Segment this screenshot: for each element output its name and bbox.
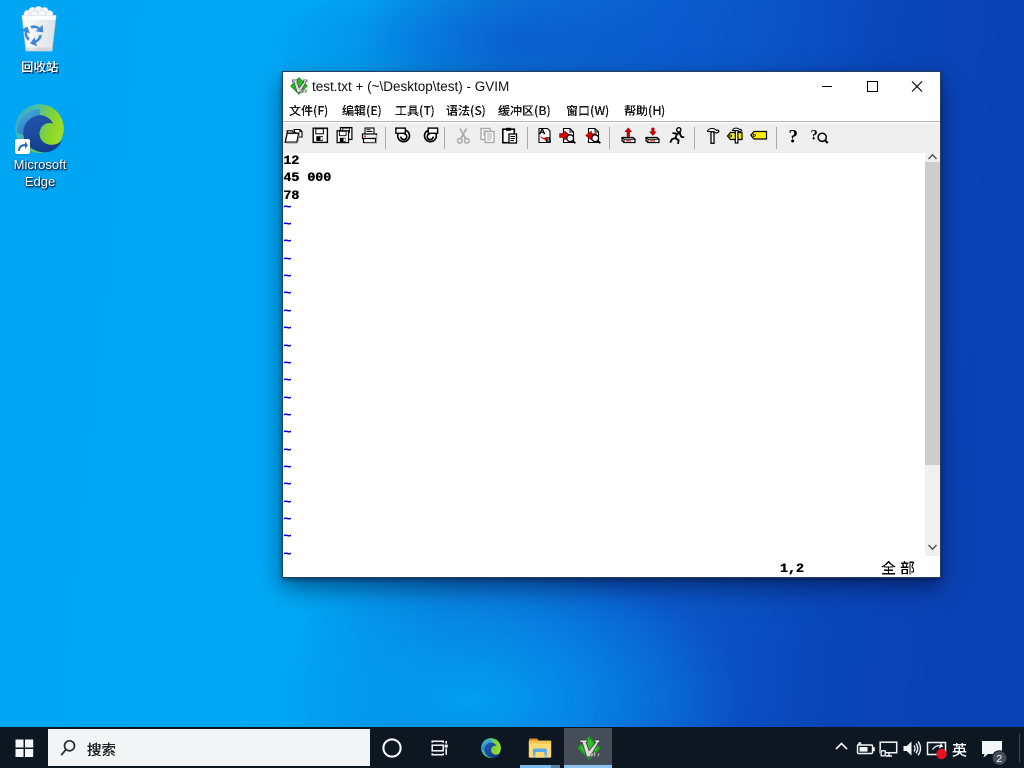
- svg-text:?: ?: [789, 127, 799, 147]
- svg-text:?: ?: [811, 128, 818, 144]
- svg-text:2: 2: [996, 753, 1002, 765]
